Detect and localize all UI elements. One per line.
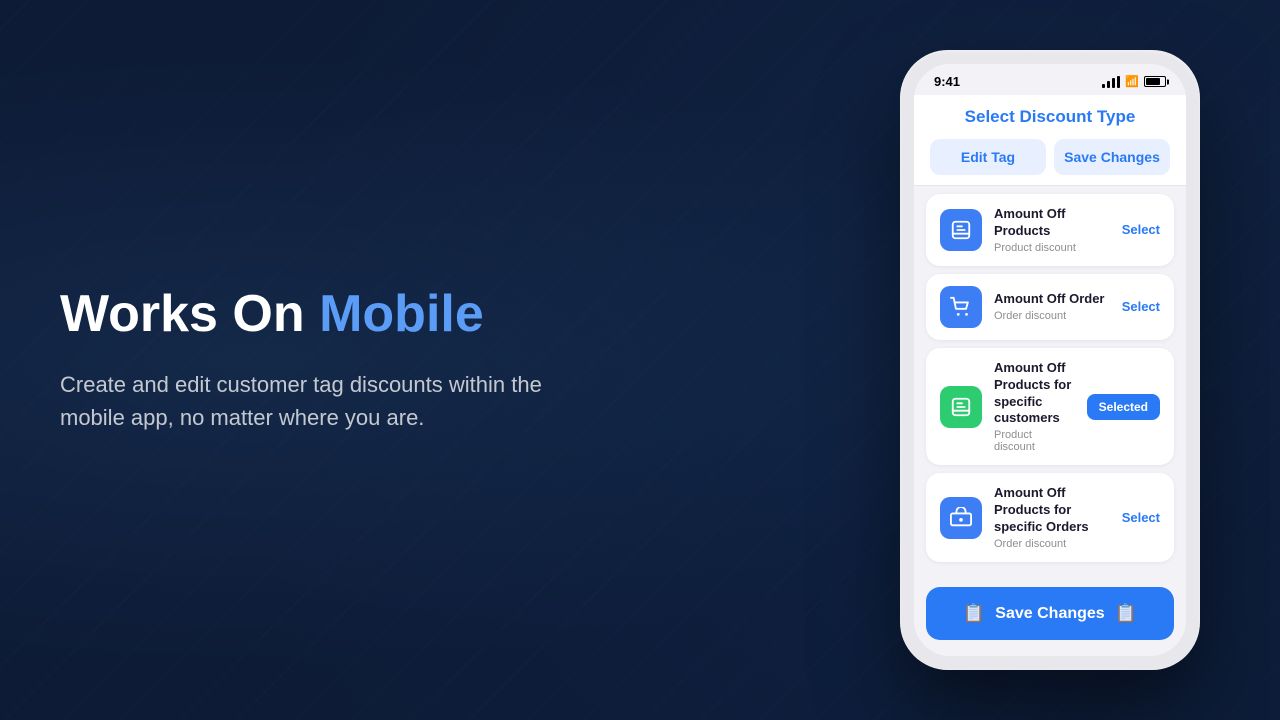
save-changes-header-button[interactable]: Save Changes xyxy=(1054,139,1170,175)
header-buttons: Edit Tag Save Changes xyxy=(930,139,1170,175)
save-bottom-text: Save Changes xyxy=(995,605,1104,623)
screen-content: Select Discount Type Edit Tag Save Chang… xyxy=(914,95,1186,656)
specific-customers-icon xyxy=(940,386,982,428)
discount-item-specific-customers: Amount Off Products for specific custome… xyxy=(926,348,1174,466)
discount-subtitle-3: Product discount xyxy=(994,429,1075,453)
discount-item-specific-orders: Amount Off Products for specific Orders … xyxy=(926,473,1174,562)
select-button-4[interactable]: Select xyxy=(1122,506,1160,529)
heading-plain: Works On xyxy=(60,285,319,343)
save-changes-bottom-button[interactable]: 📋 Save Changes 📋 xyxy=(926,587,1174,640)
save-icon-left: 📋 xyxy=(963,603,985,624)
discount-item-amount-off-order: Amount Off Order Order discount Select xyxy=(926,274,1174,340)
discount-title-3: Amount Off Products for specific custome… xyxy=(994,360,1075,428)
status-bar: 9:41 📶 xyxy=(914,64,1186,95)
discount-info-2: Amount Off Order Order discount xyxy=(994,291,1110,322)
discount-title-4: Amount Off Products for specific Orders xyxy=(994,485,1110,536)
battery-icon xyxy=(1144,76,1166,87)
phone-screen: 9:41 📶 Sele xyxy=(914,64,1186,656)
discount-title-1: Amount Off Products xyxy=(994,206,1110,240)
screen-title: Select Discount Type xyxy=(930,107,1170,127)
phone-body: 9:41 📶 Sele xyxy=(900,50,1200,670)
screen-header: Select Discount Type Edit Tag Save Chang… xyxy=(914,95,1186,186)
discount-info-1: Amount Off Products Product discount xyxy=(994,206,1110,254)
sub-description: Create and edit customer tag discounts w… xyxy=(60,368,560,434)
heading-highlight: Mobile xyxy=(319,285,484,343)
status-time: 9:41 xyxy=(934,74,960,89)
selected-button-3[interactable]: Selected xyxy=(1087,394,1160,420)
discount-subtitle-2: Order discount xyxy=(994,310,1110,322)
status-icons: 📶 xyxy=(1102,75,1166,88)
product-discount-icon xyxy=(940,209,982,251)
discount-info-3: Amount Off Products for specific custome… xyxy=(994,360,1075,454)
select-button-2[interactable]: Select xyxy=(1122,295,1160,318)
discount-list: Amount Off Products Product discount Sel… xyxy=(914,186,1186,579)
signal-bars-icon xyxy=(1102,76,1120,88)
specific-orders-icon xyxy=(940,497,982,539)
discount-subtitle-4: Order discount xyxy=(994,538,1110,550)
discount-subtitle-1: Product discount xyxy=(994,242,1110,254)
order-discount-icon xyxy=(940,286,982,328)
main-heading: Works On Mobile xyxy=(60,286,560,343)
select-button-1[interactable]: Select xyxy=(1122,218,1160,241)
discount-info-4: Amount Off Products for specific Orders … xyxy=(994,485,1110,550)
wifi-icon: 📶 xyxy=(1125,75,1139,88)
left-section: Works On Mobile Create and edit customer… xyxy=(0,286,560,433)
edit-tag-button[interactable]: Edit Tag xyxy=(930,139,1046,175)
discount-item-amount-off-products: Amount Off Products Product discount Sel… xyxy=(926,194,1174,266)
save-icon-right: 📋 xyxy=(1115,603,1137,624)
phone-mockup: 9:41 📶 Sele xyxy=(900,50,1200,670)
discount-title-2: Amount Off Order xyxy=(994,291,1110,308)
